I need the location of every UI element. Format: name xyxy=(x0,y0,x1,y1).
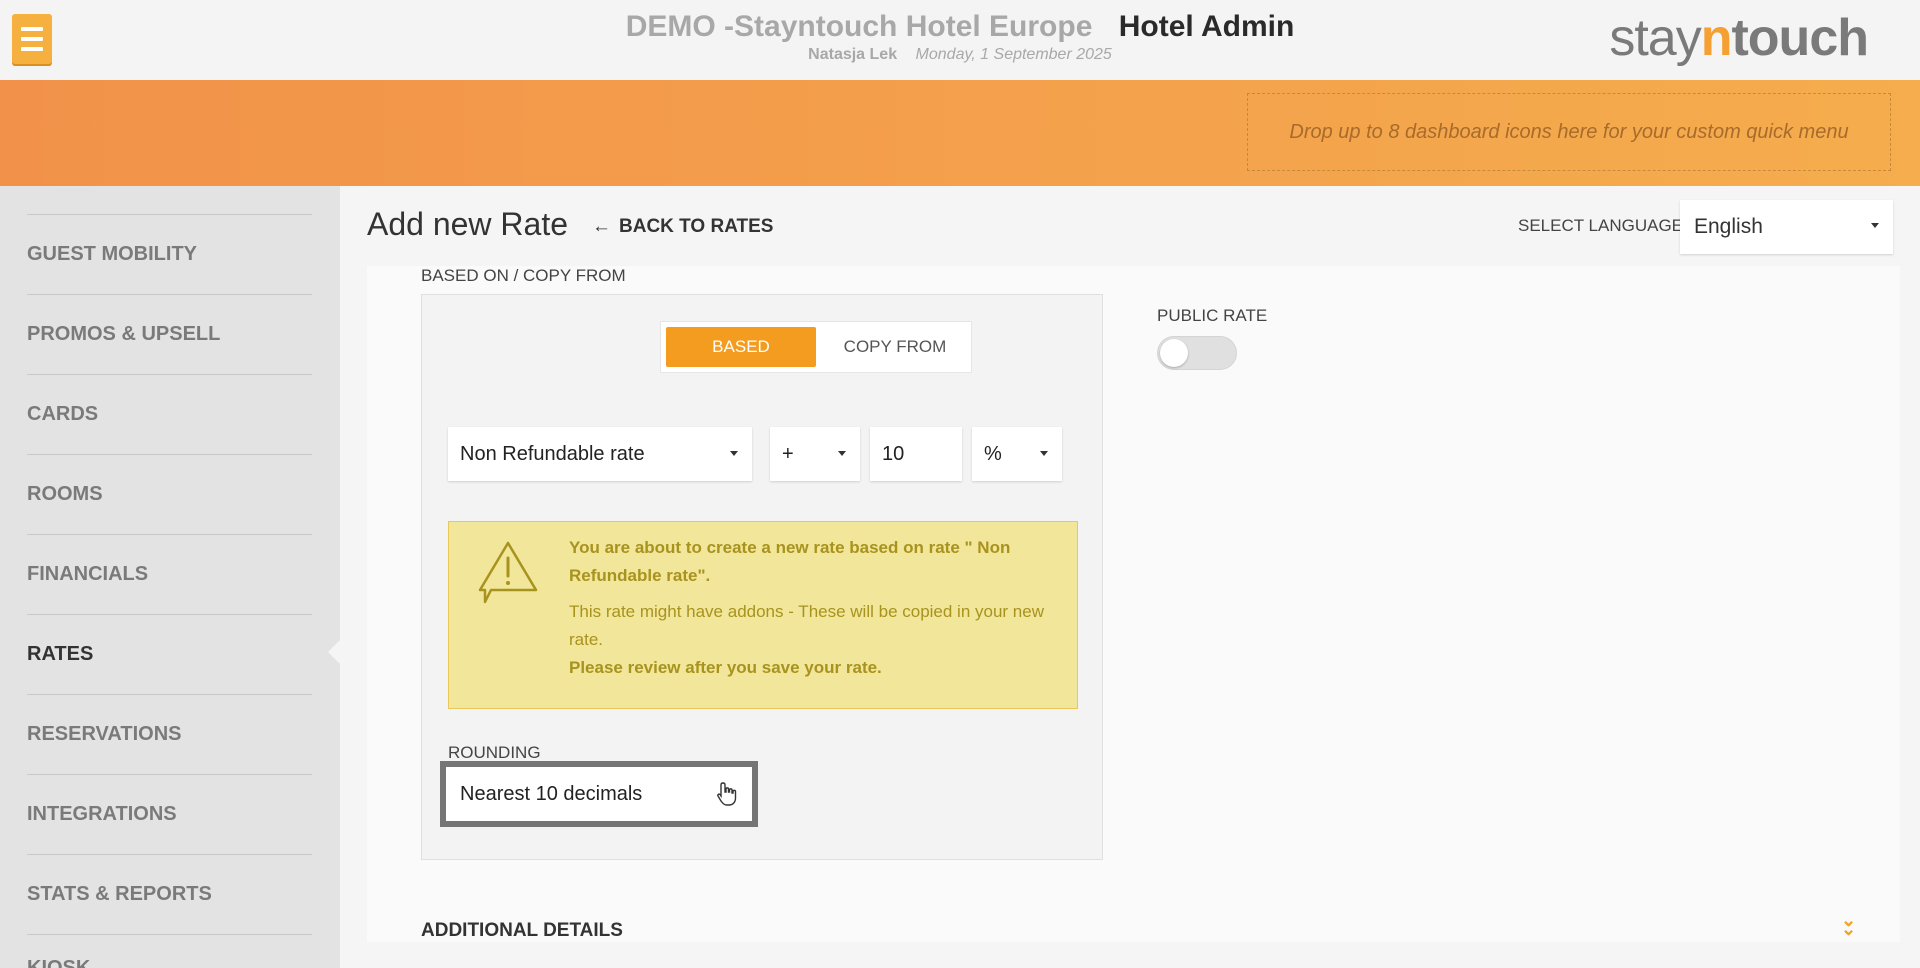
language-label: SELECT LANGUAGE xyxy=(1518,216,1684,235)
user-name: Natasja Lek xyxy=(808,46,898,63)
sidebar-item-promos-upsell[interactable]: PROMOS & UPSELL xyxy=(27,294,312,374)
sidebar-item-kiosk[interactable]: KIOSK xyxy=(27,934,312,968)
warning-text: You are about to create a new rate based… xyxy=(569,534,1049,682)
warning-box: You are about to create a new rate based… xyxy=(448,521,1078,709)
back-to-rates-link[interactable]: ← BACK TO RATES xyxy=(592,216,773,238)
current-date: Monday, 1 September 2025 xyxy=(915,46,1112,63)
sidebar-item-guest-mobility[interactable]: GUEST MOBILITY xyxy=(27,214,312,294)
active-indicator xyxy=(328,640,340,664)
based-on-section: BASED COPY FROM Non Refundable rate + 10… xyxy=(421,294,1103,860)
sidebar-item-rates[interactable]: RATES xyxy=(27,614,312,694)
rate-form-panel: BASED ON / COPY FROM BASED COPY FROM Non… xyxy=(367,266,1900,942)
warning-body: This rate might have addons - These will… xyxy=(569,602,1044,649)
amount-input[interactable]: 10 xyxy=(870,427,962,481)
sidebar-item-reservations[interactable]: RESERVATIONS xyxy=(27,694,312,774)
chevron-down-icon xyxy=(1871,223,1879,228)
sidebar-item-stats-reports[interactable]: STATS & REPORTS xyxy=(27,854,312,934)
stayntouch-logo: stayntouch xyxy=(1609,9,1869,67)
sidebar: GUEST MOBILITY PROMOS & UPSELL CARDS ROO… xyxy=(0,186,340,968)
based-on-label: BASED ON / COPY FROM xyxy=(421,266,626,285)
additional-details-header[interactable]: ADDITIONAL DETAILS xyxy=(421,920,623,942)
warning-note: Please review after you save your rate. xyxy=(569,658,882,677)
quick-menu-bar: Drop up to 8 dashboard icons here for yo… xyxy=(0,80,1920,186)
hotel-name: DEMO -Stayntouch Hotel Europe xyxy=(625,10,1093,43)
quick-menu-drop-zone[interactable]: Drop up to 8 dashboard icons here for yo… xyxy=(1247,93,1891,171)
top-header: DEMO -Stayntouch Hotel Europe Hotel Admi… xyxy=(0,0,1920,80)
operator-select[interactable]: + xyxy=(770,427,860,481)
warning-title: You are about to create a new rate based… xyxy=(569,538,1011,585)
base-rate-select[interactable]: Non Refundable rate xyxy=(448,427,752,481)
page-title: Add new Rate xyxy=(367,206,569,242)
unit-select[interactable]: % xyxy=(972,427,1062,481)
hand-cursor-icon xyxy=(717,782,737,806)
main-content: Add new Rate ← BACK TO RATES SELECT LANGU… xyxy=(340,186,1920,968)
sidebar-item-integrations[interactable]: INTEGRATIONS xyxy=(27,774,312,854)
public-rate-label: PUBLIC RATE xyxy=(1157,306,1268,325)
based-mode-button[interactable]: BASED xyxy=(666,327,816,367)
chevron-down-icon xyxy=(730,451,738,456)
language-select[interactable]: English xyxy=(1680,200,1893,254)
warning-icon xyxy=(478,541,538,604)
sidebar-item-rooms[interactable]: ROOMS xyxy=(27,454,312,534)
sidebar-item-cards[interactable]: CARDS xyxy=(27,374,312,454)
chevron-down-icon xyxy=(838,451,846,456)
copy-from-mode-button[interactable]: COPY FROM xyxy=(821,327,969,367)
chevron-down-icon xyxy=(1040,451,1048,456)
rounding-label: ROUNDING xyxy=(448,743,541,762)
toggle-knob xyxy=(1160,339,1188,367)
arrow-left-icon: ← xyxy=(592,216,611,237)
rounding-select[interactable]: Nearest 10 decimals xyxy=(440,761,758,827)
sidebar-item-financials[interactable]: FINANCIALS xyxy=(27,534,312,614)
public-rate-toggle[interactable] xyxy=(1157,336,1237,370)
double-chevron-down-icon[interactable]: ⌄ ⌄ xyxy=(1841,911,1856,938)
app-name: Hotel Admin xyxy=(1118,10,1295,43)
mode-toggle: BASED COPY FROM xyxy=(660,321,972,373)
